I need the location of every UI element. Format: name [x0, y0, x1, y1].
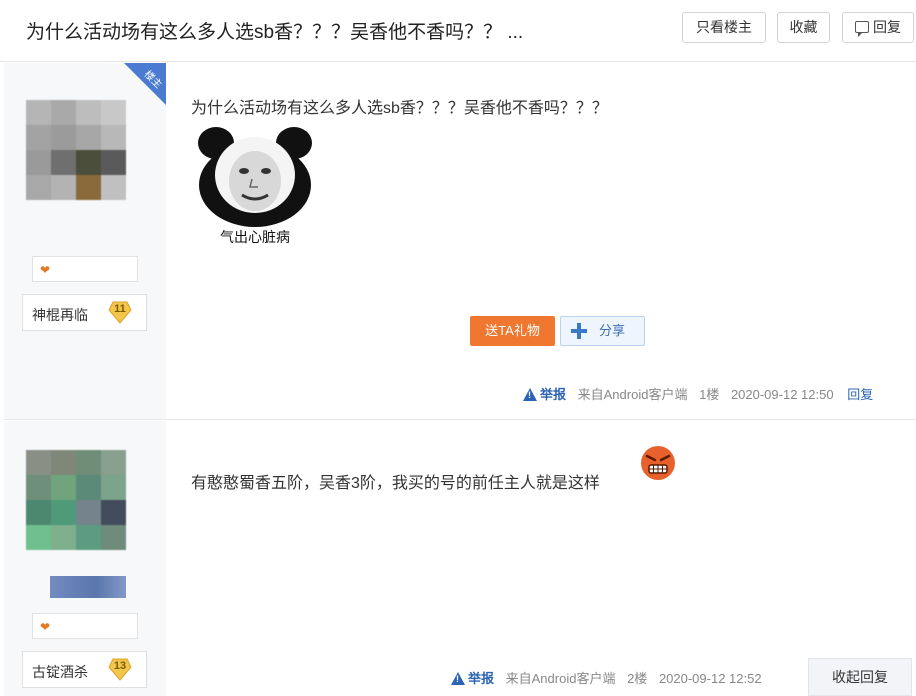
post-content: 有憨憨蜀香五阶，吴香3阶，我买的号的前任主人就是这样 — [191, 475, 600, 492]
post-floor-2: ❤ 古锭酒杀 13 有憨憨蜀香五阶，吴香3阶，我买的号的前任主人就是这样 举报 … — [4, 421, 916, 696]
reply-link[interactable]: 回复 — [847, 387, 873, 402]
fan-badge[interactable]: ❤ — [32, 256, 138, 282]
fan-badge[interactable]: ❤ — [32, 613, 138, 639]
thread-header: 为什么活动场有这么多人选sb香？？？吴香他不香吗？？ ... 只看楼主 收藏 回… — [0, 0, 916, 62]
level-number: 13 — [113, 660, 127, 672]
user-sidebar: ❤ 古锭酒杀 13 — [4, 421, 166, 696]
meme-image[interactable]: 气出心脏病 — [192, 127, 318, 251]
post-time: 2020-09-12 12:52 — [658, 671, 762, 686]
send-gift-button[interactable]: 送TA礼物 — [470, 316, 555, 346]
favorite-button[interactable]: 收藏 — [777, 12, 830, 43]
warning-icon — [523, 388, 537, 401]
report-link[interactable]: 举报 — [540, 387, 566, 402]
user-card: 古锭酒杀 13 — [22, 651, 147, 688]
level-badge-icon[interactable]: 11 — [107, 299, 133, 325]
user-banner — [50, 576, 126, 598]
only-op-button[interactable]: 只看楼主 — [682, 12, 766, 43]
panda-meme-icon — [198, 127, 312, 227]
share-button[interactable]: 分享 — [560, 316, 645, 346]
heart-icon: ❤ — [40, 263, 51, 277]
post-source[interactable]: 来自Android客户端 — [506, 671, 616, 686]
reply-button-label: 回复 — [873, 19, 901, 35]
username[interactable]: 神棍再临 — [32, 305, 88, 325]
share-label: 分享 — [599, 323, 626, 338]
warning-icon — [451, 672, 465, 685]
plus-icon — [571, 323, 587, 339]
post-tail: 举报 来自Android客户端 1楼 2020-09-12 12:50 回复 — [523, 384, 873, 403]
floor-number: 2楼 — [627, 671, 648, 686]
floor-number: 1楼 — [699, 387, 720, 402]
post-floor-1: ❤ 神棍再临 11 楼主 为什么活动场有这么多人选sb香？？？吴香他不香吗？？？… — [4, 63, 916, 420]
collapse-replies-button[interactable]: 收起回复 — [808, 658, 912, 696]
post-source[interactable]: 来自Android客户端 — [578, 387, 688, 402]
username[interactable]: 古锭酒杀 — [32, 662, 88, 682]
post-content: 为什么活动场有这么多人选sb香？？？吴香他不香吗？？？ — [191, 100, 608, 117]
avatar[interactable] — [26, 450, 126, 550]
level-badge-icon[interactable]: 13 — [107, 656, 133, 682]
thread-title: 为什么活动场有这么多人选sb香？？？吴香他不香吗？？ ... — [26, 22, 524, 43]
post-time: 2020-09-12 12:50 — [730, 387, 834, 402]
reply-icon — [855, 21, 869, 37]
level-number: 11 — [114, 303, 126, 315]
meme-caption: 气出心脏病 — [220, 229, 290, 245]
op-badge: 楼主 — [124, 63, 166, 105]
post-tail: 举报 来自Android客户端 2楼 2020-09-12 12:52 — [451, 668, 762, 687]
user-card: 神棍再临 11 — [22, 294, 147, 331]
report-link[interactable]: 举报 — [468, 671, 494, 686]
avatar[interactable] — [26, 100, 126, 200]
heart-icon: ❤ — [40, 620, 51, 634]
angry-emoji-icon — [641, 446, 675, 480]
reply-button[interactable]: 回复 — [842, 12, 914, 43]
user-sidebar: ❤ 神棍再临 11 — [4, 63, 166, 419]
